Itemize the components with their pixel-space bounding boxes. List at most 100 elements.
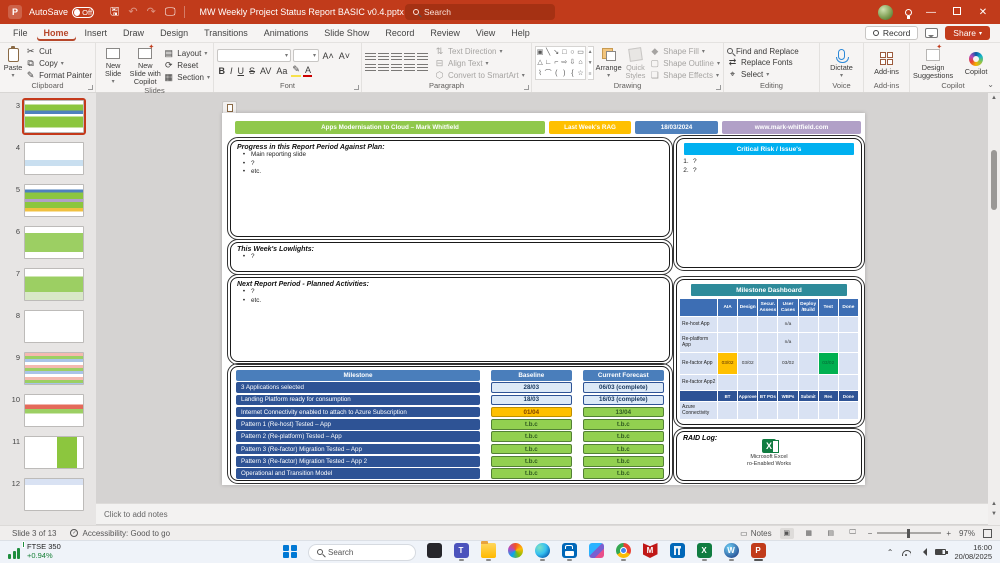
word-icon[interactable]: W	[724, 543, 739, 558]
bold-button[interactable]: B	[217, 66, 227, 76]
notes-pane[interactable]: Click to add notes	[96, 503, 988, 524]
zoom-level[interactable]: 97%	[959, 529, 975, 538]
redo-icon[interactable]: ↷	[147, 7, 156, 18]
lowlights-box[interactable]: This Week's Lowlights: •?	[230, 242, 670, 272]
wifi-icon[interactable]	[901, 549, 911, 556]
minimize-button[interactable]: —	[924, 7, 938, 18]
change-case-icon[interactable]: Aa	[275, 66, 289, 76]
clock[interactable]: 16:00 20/08/2025	[954, 543, 992, 561]
baseline-cell[interactable]: t.b.c	[491, 431, 572, 442]
milestone-dashboard-box[interactable]: Milestone Dashboard AIADesignSecur. Asse…	[676, 279, 862, 425]
design-suggestions-button[interactable]: Design Suggestions	[913, 47, 953, 80]
forecast-cell[interactable]: t.b.c	[583, 456, 664, 467]
critical-risk-box[interactable]: Critical Risk / Issue's 1.?2.?	[676, 138, 862, 268]
excel-icon[interactable]: X	[697, 543, 712, 558]
columns-icon[interactable]	[417, 64, 428, 73]
font-dialog-launcher[interactable]	[354, 85, 359, 90]
tab-design[interactable]: Design	[153, 25, 195, 41]
milestone-name-cell[interactable]: Pattern 1 (Re-host) Tested – App	[236, 419, 480, 430]
font-size-input[interactable]: ▾	[293, 49, 319, 62]
save-icon[interactable]: 🖫	[110, 7, 119, 18]
autosave-toggle[interactable]: AutoSave Off	[29, 7, 94, 18]
tab-insert[interactable]: Insert	[78, 25, 115, 41]
tab-review[interactable]: Review	[423, 25, 467, 41]
shape-glyph[interactable]: △	[537, 58, 542, 66]
shape-glyph[interactable]: {	[571, 70, 573, 77]
shape-outline-button[interactable]: ▢Shape Outline▾	[649, 58, 720, 69]
shape-glyph[interactable]: ○	[570, 49, 574, 56]
shrink-font-icon[interactable]: A˅	[337, 51, 351, 61]
close-button[interactable]: ✕	[976, 7, 990, 18]
powerpoint-icon[interactable]: P	[751, 543, 766, 558]
layout-button[interactable]: ▤Layout▾	[163, 48, 210, 59]
undo-icon[interactable]: ↶	[128, 7, 137, 18]
font-color-icon[interactable]: A	[303, 65, 312, 77]
tab-draw[interactable]: Draw	[116, 25, 151, 41]
raid-log-box[interactable]: RAID Log: X Microsoft Excelro-Enabled Wo…	[676, 431, 862, 481]
font-name-input[interactable]: ▾	[217, 49, 291, 62]
start-slideshow-icon[interactable]: 🖵	[165, 7, 176, 18]
avatar[interactable]	[878, 5, 893, 20]
cut-button[interactable]: ✂Cut	[25, 46, 92, 57]
arrange-button[interactable]: Arrange▾	[596, 47, 622, 79]
milestone-name-cell[interactable]: Landing Platform ready for consumption	[236, 395, 480, 406]
shape-fill-button[interactable]: ◆Shape Fill▾	[649, 46, 720, 57]
edge-icon[interactable]	[535, 543, 550, 558]
tab-home[interactable]: Home	[37, 25, 76, 41]
milestone-name-cell[interactable]: Internet Connectivity enabled to attach …	[236, 407, 480, 418]
slide-thumbnail-5[interactable]	[24, 184, 84, 217]
forecast-cell[interactable]: 13/04	[583, 407, 664, 418]
shape-glyph[interactable]: )	[563, 70, 565, 77]
normal-view-button[interactable]: ▣	[780, 528, 794, 539]
shape-glyph[interactable]: ⌒	[545, 68, 552, 78]
reset-button[interactable]: ⟳Reset	[163, 60, 210, 71]
character-spacing-icon[interactable]: AV	[259, 66, 273, 76]
shape-gallery[interactable]: ▣╲↘□○▭ △∟⌐⇨⇩⌂ ⌇⌒(){☆	[535, 46, 586, 80]
align-text-button[interactable]: ⊟Align Text▾	[434, 58, 525, 69]
calculator-icon[interactable]	[670, 543, 685, 558]
copilot-icon[interactable]	[508, 543, 523, 558]
milestone-name-cell[interactable]: Pattern 3 (Re-factor) Migration Tested –…	[236, 444, 480, 455]
shape-gallery-scroll[interactable]: ▲▼≡	[588, 46, 594, 80]
drawing-dialog-launcher[interactable]	[716, 85, 721, 90]
powerpoint-app-icon[interactable]: P	[8, 5, 22, 19]
zoom-out-icon[interactable]: −	[868, 529, 873, 538]
align-center-icon[interactable]	[378, 64, 389, 73]
shape-glyph[interactable]: ⌐	[554, 59, 558, 66]
replace-fonts-button[interactable]: ⇄Replace Fonts	[727, 57, 799, 68]
reading-view-button[interactable]: ▤	[824, 528, 838, 539]
increase-indent-icon[interactable]	[404, 53, 415, 62]
volume-icon[interactable]	[919, 548, 927, 556]
slide-sorter-view-button[interactable]: ▦	[802, 528, 816, 539]
text-direction-button[interactable]: ⇅Text Direction▾	[434, 46, 525, 57]
forecast-cell[interactable]: 06/03 (complete)	[583, 382, 664, 393]
share-button[interactable]: Share▾	[945, 26, 990, 40]
battery-icon[interactable]	[935, 549, 946, 555]
scrollbar-thumb[interactable]	[991, 150, 997, 210]
milestone-name-cell[interactable]: Pattern 2 (Re-platform) Tested – App	[236, 431, 480, 442]
notes-toggle-button[interactable]: ▭Notes	[740, 529, 771, 538]
slide-thumbnail-11[interactable]	[24, 436, 84, 469]
shape-glyph[interactable]: ∟	[545, 59, 552, 66]
teams-icon[interactable]: T	[454, 543, 469, 558]
baseline-cell[interactable]: t.b.c	[491, 456, 572, 467]
baseline-cell[interactable]: 28/03	[491, 382, 572, 393]
convert-smartart-button[interactable]: ⬡Convert to SmartArt▾	[434, 70, 525, 81]
record-button[interactable]: Record	[865, 26, 918, 40]
quick-styles-button[interactable]: Quick Styles	[624, 47, 648, 80]
slide-thumbnail-7[interactable]	[24, 268, 84, 301]
excel-file-icon[interactable]: X	[762, 439, 776, 453]
file-explorer-icon[interactable]	[481, 543, 496, 558]
forecast-cell[interactable]: t.b.c	[583, 431, 664, 442]
slide-banner[interactable]: Apps Modernisation to Cloud – Mark Whitf…	[235, 121, 545, 134]
slide-thumbnail-9[interactable]	[24, 352, 84, 385]
titlebar-search[interactable]: Search	[405, 4, 555, 20]
zoom-in-icon[interactable]: +	[946, 529, 951, 538]
zoom-slider[interactable]: − +	[868, 529, 951, 538]
slide-thumbnail-6[interactable]	[24, 226, 84, 259]
slide-thumbnail-12[interactable]	[24, 478, 84, 511]
shape-glyph[interactable]: ⌂	[578, 59, 582, 66]
find-replace-button[interactable]: Find and Replace	[727, 47, 799, 56]
paste-button[interactable]: Paste▾	[3, 47, 23, 79]
forecast-cell[interactable]: t.b.c	[583, 444, 664, 455]
